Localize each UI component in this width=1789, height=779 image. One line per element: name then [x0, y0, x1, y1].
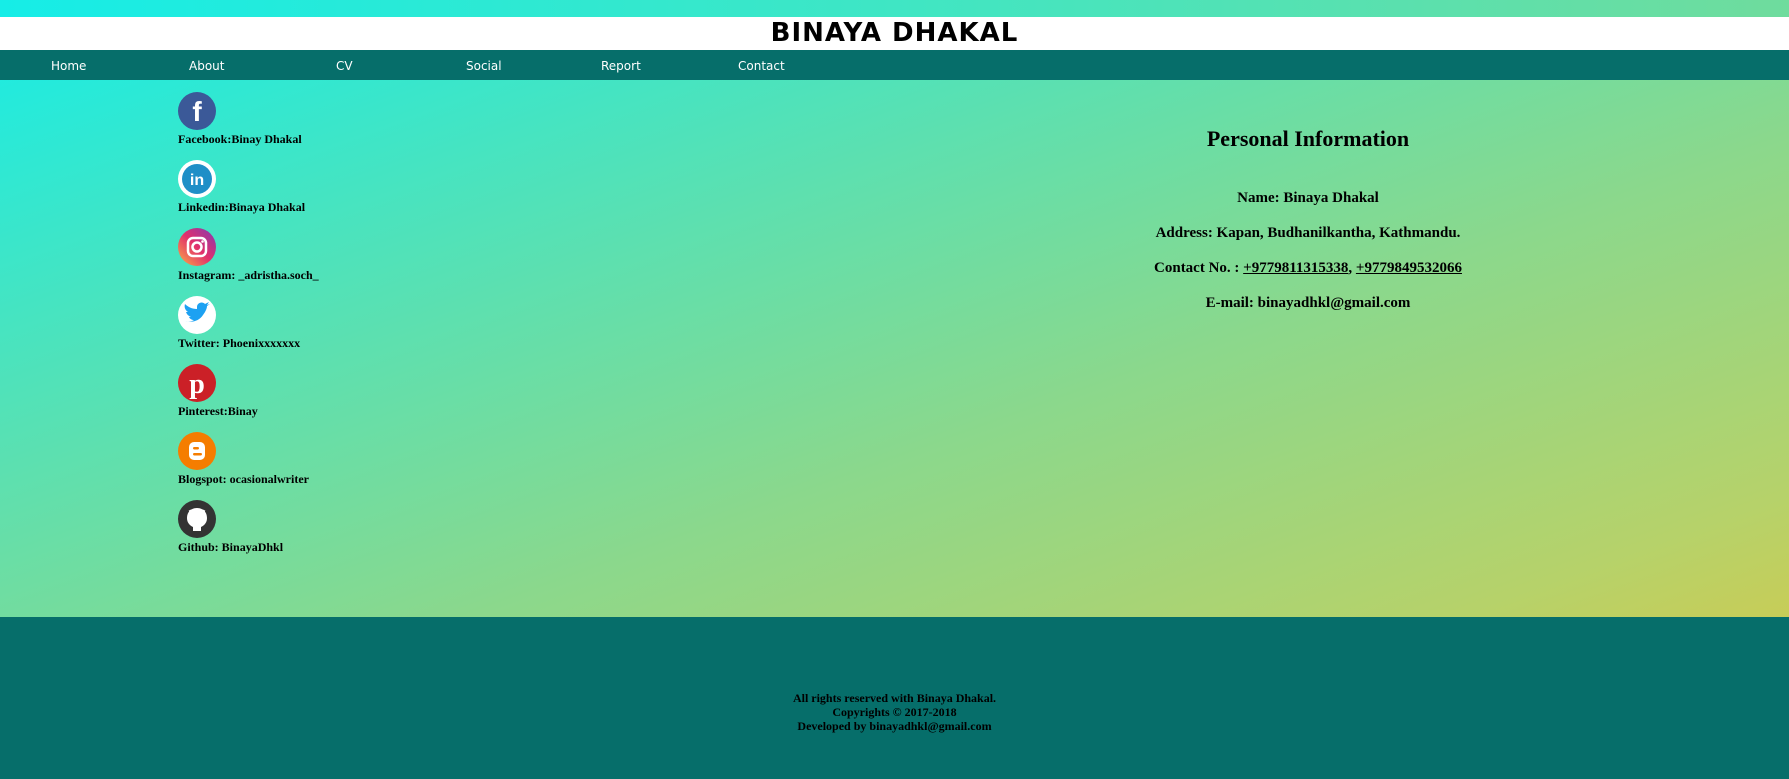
instagram-icon[interactable] [178, 228, 216, 266]
info-address: Address: Kapan, Budhanilkantha, Kathmand… [1155, 225, 1461, 241]
social-label-github: Github: BinayaDhkl [178, 540, 284, 554]
main-nav: Home About CV Social Report Contact [0, 50, 1789, 80]
svg-text:f: f [192, 96, 202, 127]
site-title: BINAYA DHAKAL [770, 18, 1019, 48]
blogger-icon[interactable] [178, 432, 216, 470]
social-item-pinterest[interactable]: p Pinterest:Binay [178, 364, 319, 432]
social-item-blogger[interactable]: Blogspot: ocasionalwriter [178, 432, 319, 500]
nav-cv[interactable]: CV [336, 50, 353, 82]
github-icon[interactable] [178, 500, 216, 538]
info-email: E-mail: binayadhkl@gmail.com [1205, 295, 1411, 311]
contact-prefix: Contact No. : [1154, 260, 1244, 276]
personal-info-heading: Personal Information [1206, 126, 1410, 151]
social-item-twitter[interactable]: Twitter: Phoenixxxxxxx [178, 296, 319, 364]
social-label-blogger: Blogspot: ocasionalwriter [178, 472, 309, 486]
site-footer: All rights reserved with Binaya Dhakal. … [0, 617, 1789, 779]
svg-text:p: p [189, 369, 205, 400]
personal-info-panel: Personal Information Name: Binaya Dhakal… [1108, 126, 1508, 330]
social-label-pinterest: Pinterest:Binay [178, 404, 258, 418]
site-header: BINAYA DHAKAL [0, 17, 1789, 50]
nav-social[interactable]: Social [466, 50, 502, 82]
info-contact: Contact No. : +9779811315338, +977984953… [1108, 260, 1508, 295]
social-item-github[interactable]: Github: BinayaDhkl [178, 500, 319, 568]
twitter-icon[interactable] [178, 296, 216, 334]
facebook-icon[interactable]: f [178, 92, 216, 130]
phone-link-1[interactable]: +9779811315338 [1243, 260, 1348, 276]
nav-report[interactable]: Report [601, 50, 641, 82]
social-item-instagram[interactable]: Instagram: _adristha.soch_ [178, 228, 319, 296]
footer-rights: All rights reserved with Binaya Dhakal. [792, 691, 997, 705]
linkedin-icon[interactable]: in [178, 160, 216, 198]
social-item-facebook[interactable]: f Facebook:Binay Dhakal [178, 92, 319, 160]
svg-text:in: in [190, 172, 204, 189]
footer-copyright: Copyrights © 2017-2018 [832, 705, 957, 719]
nav-home[interactable]: Home [51, 50, 86, 82]
social-label-twitter: Twitter: Phoenixxxxxxx [178, 336, 301, 350]
nav-contact[interactable]: Contact [738, 50, 785, 82]
phone-separator: , [1348, 260, 1356, 276]
footer-developer: Developed by binayadhkl@gmail.com [797, 719, 992, 733]
top-gradient-strip [0, 0, 1789, 17]
social-label-facebook: Facebook:Binay Dhakal [178, 132, 302, 146]
phone-link-2[interactable]: +9779849532066 [1356, 260, 1462, 276]
social-label-instagram: Instagram: _adristha.soch_ [178, 268, 319, 282]
nav-about[interactable]: About [189, 50, 224, 82]
info-name: Name: Binaya Dhakal [1237, 190, 1379, 206]
pinterest-icon[interactable]: p [178, 364, 216, 402]
social-links-list: f Facebook:Binay Dhakal in Linkedin:Bina… [178, 92, 319, 568]
social-item-linkedin[interactable]: in Linkedin:Binaya Dhakal [178, 160, 319, 228]
social-label-linkedin: Linkedin:Binaya Dhakal [178, 200, 306, 214]
